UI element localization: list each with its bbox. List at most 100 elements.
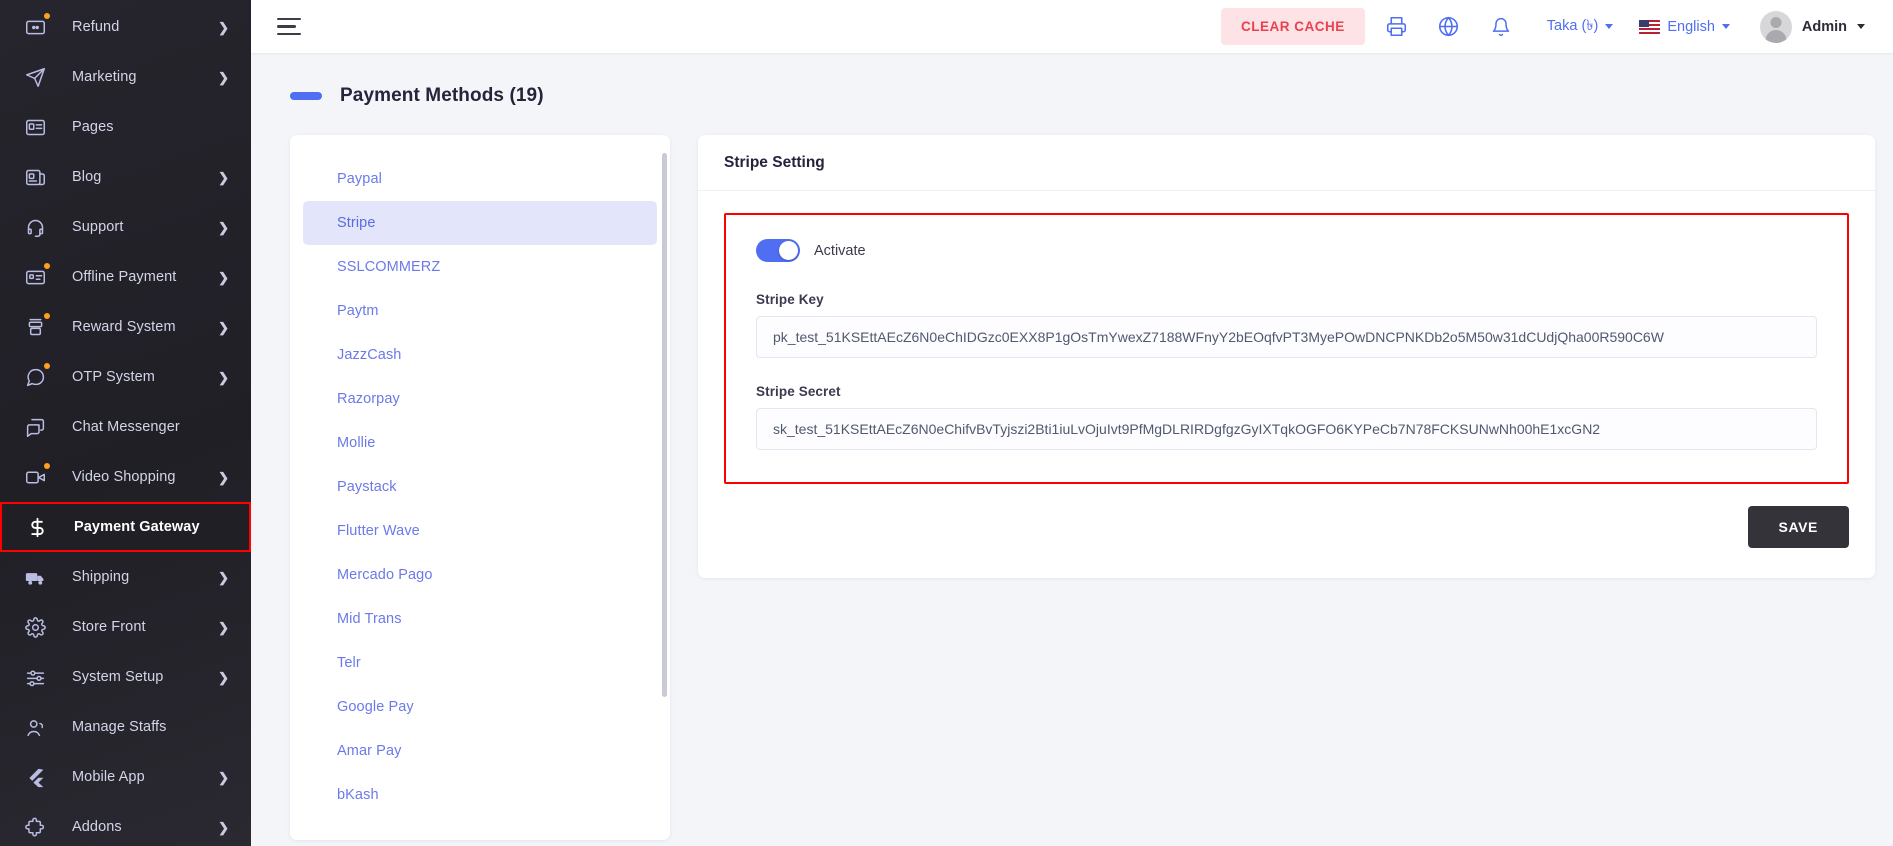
sidebar-item-label: Payment Gateway: [74, 519, 200, 535]
clear-cache-button[interactable]: CLEAR CACHE: [1221, 8, 1365, 45]
stripe-secret-input[interactable]: [756, 408, 1817, 450]
sidebar-item-refund[interactable]: Refund ❯: [0, 2, 251, 52]
notification-dot-icon: [44, 13, 50, 19]
app-root: Refund ❯ Marketing ❯ Pages Blog ❯ Support ❯ Offli…: [0, 0, 1893, 846]
sidebar-item-label: Manage Staffs: [72, 719, 167, 735]
payment-method-sslcommerz[interactable]: SSLCOMMERZ: [303, 245, 657, 289]
chevron-right-icon: ❯: [218, 669, 229, 685]
stripe-key-input[interactable]: [756, 316, 1817, 358]
payment-method-stripe[interactable]: Stripe: [303, 201, 657, 245]
sidebar-item-shipping[interactable]: Shipping ❯: [0, 552, 251, 602]
payment-method-razorpay[interactable]: Razorpay: [303, 377, 657, 421]
sidebar-item-label: Blog: [72, 169, 102, 185]
globe-icon[interactable]: [1429, 7, 1469, 47]
payment-method-google-pay[interactable]: Google Pay: [303, 685, 657, 729]
notification-dot-icon: [44, 363, 50, 369]
save-button[interactable]: SAVE: [1747, 506, 1849, 548]
reward-stack-icon: [22, 313, 50, 340]
sidebar-item-label: Shipping: [72, 569, 130, 585]
chevron-right-icon: ❯: [218, 469, 229, 485]
sidebar-item-pages[interactable]: Pages: [0, 102, 251, 152]
currency-label: Taka (৳): [1546, 17, 1599, 34]
payment-method-mollie[interactable]: Mollie: [303, 421, 657, 465]
sidebar-item-addons[interactable]: Addons ❯: [0, 802, 251, 846]
stripe-setting-body: Activate Stripe Key Stripe Secret: [698, 191, 1875, 578]
payment-method-telr[interactable]: Telr: [303, 641, 657, 685]
sidebar-item-label: Addons: [72, 819, 122, 835]
methods-scrollbar[interactable]: [662, 153, 667, 797]
sidebar: Refund ❯ Marketing ❯ Pages Blog ❯ Support ❯ Offli…: [0, 0, 251, 846]
avatar: [1759, 10, 1792, 43]
sidebar-item-chat-messenger[interactable]: Chat Messenger: [0, 402, 251, 452]
sidebar-item-label: Chat Messenger: [72, 419, 180, 435]
content-area: CLEAR CACHE Taka (৳) English Admin Payme…: [251, 0, 1893, 846]
chevron-right-icon: ❯: [218, 319, 229, 335]
sidebar-item-system-setup[interactable]: System Setup ❯: [0, 652, 251, 702]
highlight-region: Activate Stripe Key Stripe Secret: [724, 213, 1849, 484]
sliders-icon: [22, 664, 48, 690]
chevron-right-icon: ❯: [218, 819, 229, 835]
user-menu[interactable]: Admin: [1759, 10, 1865, 43]
language-selector[interactable]: English: [1639, 19, 1730, 35]
refund-card-icon: [22, 13, 50, 40]
chevron-down-icon: [1857, 24, 1865, 29]
hamburger-icon[interactable]: [277, 17, 301, 36]
payment-method-jazzcash[interactable]: JazzCash: [303, 333, 657, 377]
us-flag-icon: [1639, 19, 1661, 34]
sidebar-item-label: Refund: [72, 19, 120, 35]
payment-method-paytm[interactable]: Paytm: [303, 289, 657, 333]
sidebar-item-manage-staffs[interactable]: Manage Staffs: [0, 702, 251, 752]
sidebar-item-video-shopping[interactable]: Video Shopping ❯: [0, 452, 251, 502]
chat-multi-icon: [22, 414, 48, 440]
activate-label: Activate: [814, 242, 866, 259]
bell-icon[interactable]: [1481, 7, 1521, 47]
offline-card-icon: [22, 263, 50, 290]
sidebar-item-label: OTP System: [72, 369, 155, 385]
video-camera-icon: [22, 463, 50, 490]
payment-method-mercado-pago[interactable]: Mercado Pago: [303, 553, 657, 597]
page-title: Payment Methods (19): [340, 85, 544, 106]
truck-icon: [22, 564, 48, 590]
activate-toggle[interactable]: [756, 239, 800, 262]
sidebar-item-blog[interactable]: Blog ❯: [0, 152, 251, 202]
page-card-icon: [22, 114, 48, 140]
sidebar-item-store-front[interactable]: Store Front ❯: [0, 602, 251, 652]
sidebar-item-payment-gateway[interactable]: Payment Gateway: [0, 502, 251, 552]
sidebar-item-offline-payment[interactable]: Offline Payment ❯: [0, 252, 251, 302]
dollar-icon: [24, 514, 50, 540]
language-label: English: [1667, 18, 1715, 35]
page-title-row: Payment Methods (19): [251, 53, 1893, 107]
stripe-key-label: Stripe Key: [756, 292, 824, 307]
sidebar-item-support[interactable]: Support ❯: [0, 202, 251, 252]
payment-method-paypal[interactable]: Paypal: [303, 157, 657, 201]
chevron-right-icon: ❯: [218, 69, 229, 85]
payment-method-mid-trans[interactable]: Mid Trans: [303, 597, 657, 641]
payment-method-bkash[interactable]: bKash: [303, 773, 657, 817]
currency-selector[interactable]: Taka (৳): [1547, 15, 1614, 39]
payment-method-paystack[interactable]: Paystack: [303, 465, 657, 509]
chevron-right-icon: ❯: [218, 369, 229, 385]
chevron-right-icon: ❯: [218, 619, 229, 635]
sidebar-item-marketing[interactable]: Marketing ❯: [0, 52, 251, 102]
sidebar-item-label: Marketing: [72, 69, 137, 85]
sidebar-item-otp-system[interactable]: OTP System ❯: [0, 352, 251, 402]
methods-scrollbar-thumb[interactable]: [662, 153, 667, 697]
user-name-label: Admin: [1801, 18, 1847, 35]
stripe-setting-panel: Stripe Setting Activate Stripe Key pk_te…: [698, 135, 1875, 578]
sidebar-item-reward-system[interactable]: Reward System ❯: [0, 302, 251, 352]
printer-icon[interactable]: [1377, 7, 1417, 47]
activate-row: Activate: [756, 239, 1817, 262]
sidebar-item-label: Support: [72, 219, 124, 235]
topbar: CLEAR CACHE Taka (৳) English Admin: [251, 0, 1893, 53]
chevron-right-icon: ❯: [218, 769, 229, 785]
title-pill-icon: [290, 92, 322, 100]
sidebar-item-mobile-app[interactable]: Mobile App ❯: [0, 752, 251, 802]
chevron-right-icon: ❯: [218, 219, 229, 235]
sidebar-item-label: Video Shopping: [72, 469, 176, 485]
flutter-icon: [22, 764, 48, 790]
stripe-key-group: Stripe Key: [756, 292, 1817, 358]
paper-plane-icon: [22, 64, 48, 90]
payment-method-flutter-wave[interactable]: Flutter Wave: [303, 509, 657, 553]
stripe-setting-heading: Stripe Setting: [698, 135, 1875, 191]
payment-method-amar-pay[interactable]: Amar Pay: [303, 729, 657, 773]
